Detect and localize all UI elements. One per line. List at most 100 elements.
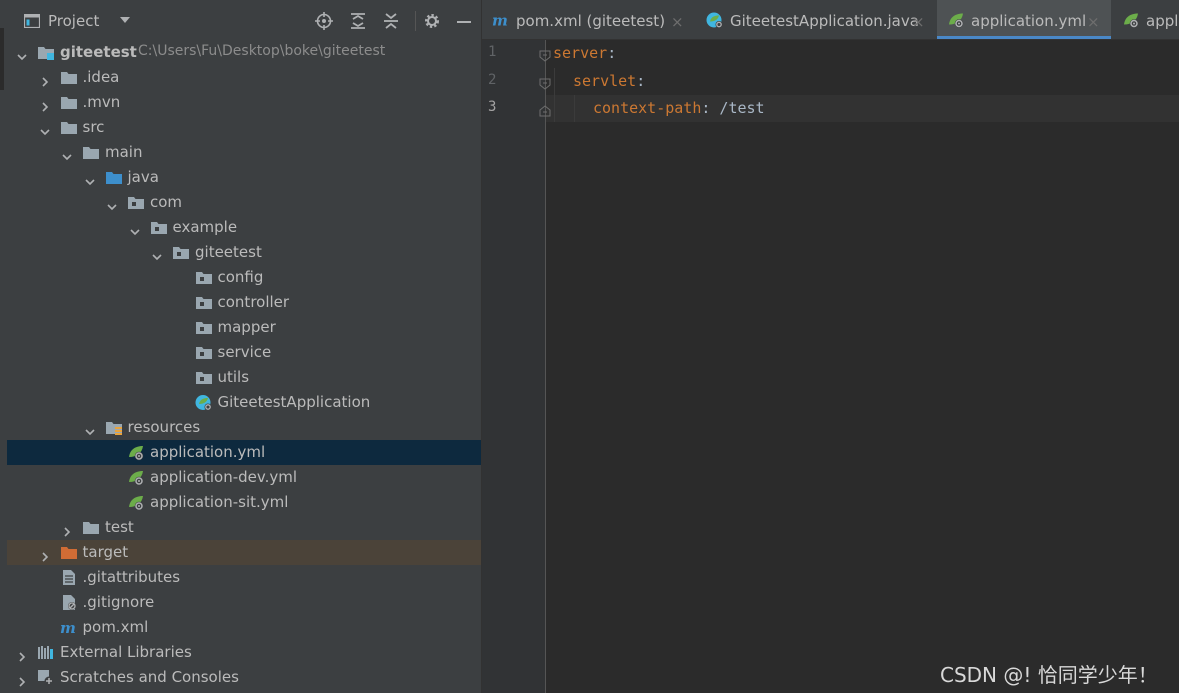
- project-view-title[interactable]: Project: [48, 12, 99, 30]
- chevron-right-icon[interactable]: [17, 672, 27, 687]
- svg-text:m: m: [492, 12, 508, 30]
- tree-item-label: pom.xml: [82, 618, 149, 636]
- spring-yml-icon: [127, 469, 145, 486]
- tree-item[interactable]: java: [7, 165, 481, 190]
- tree-item[interactable]: giteetest: [7, 240, 481, 265]
- yaml-value: /test: [710, 99, 765, 117]
- tree-item-path: C:\Users\Fu\Desktop\boke\giteetest: [138, 43, 386, 59]
- code-line[interactable]: context-path: /test: [593, 99, 765, 117]
- tree-item[interactable]: utils: [7, 365, 481, 390]
- editor-tab[interactable]: application.yml ×: [937, 0, 1111, 39]
- libraries-icon: [37, 644, 55, 661]
- editor-tab[interactable]: appli: [1112, 0, 1179, 39]
- expand-all-icon[interactable]: [349, 12, 367, 30]
- scratches-icon: [37, 669, 55, 686]
- tree-item[interactable]: controller: [7, 290, 481, 315]
- yaml-colon: :: [607, 44, 617, 62]
- collapse-all-icon[interactable]: [382, 12, 400, 30]
- folder-icon: [60, 119, 78, 136]
- line-number: 3: [488, 99, 497, 115]
- tree-item[interactable]: External Libraries: [7, 640, 481, 665]
- tree-item-label: com: [150, 193, 183, 211]
- tree-item[interactable]: config: [7, 265, 481, 290]
- tree-item[interactable]: com: [7, 190, 481, 215]
- close-icon[interactable]: ×: [1087, 13, 1100, 31]
- project-window-icon[interactable]: [24, 14, 40, 28]
- fold-icon[interactable]: [539, 75, 551, 90]
- tree-item-label: controller: [217, 293, 290, 311]
- csdn-watermark: CSDN @! 恰同学少年！: [940, 663, 1158, 687]
- tree-item-label: mapper: [217, 318, 276, 336]
- tree-item-label: src: [82, 118, 105, 136]
- tree-item[interactable]: resources: [7, 415, 481, 440]
- gutter-divider: [545, 40, 546, 693]
- tree-item[interactable]: service: [7, 340, 481, 365]
- tree-item[interactable]: application-dev.yml: [7, 465, 481, 490]
- indent-guide: [574, 95, 575, 122]
- module-folder-icon: [37, 44, 55, 61]
- text-file-icon: [60, 569, 78, 586]
- tree-item[interactable]: application-sit.yml: [7, 490, 481, 515]
- tree-item[interactable]: GiteetestApplication: [7, 390, 481, 415]
- tool-window-marker: [0, 28, 4, 90]
- editor-tab[interactable]: m pom.xml (giteetest) ×: [482, 0, 695, 39]
- yaml-key: context-path: [593, 99, 702, 117]
- editor-tab-bar: m pom.xml (giteetest) × GiteetestApplicatio…: [482, 0, 1179, 40]
- editor-tab-label: pom.xml (giteetest): [516, 12, 666, 30]
- tree-item-label: .mvn: [82, 93, 121, 111]
- close-icon[interactable]: ×: [912, 13, 925, 31]
- maven-icon: m: [60, 619, 78, 637]
- minimize-icon[interactable]: [455, 12, 473, 30]
- tree-item[interactable]: giteetest C:\Users\Fu\Desktop\boke\giteet…: [7, 40, 481, 65]
- chevron-right-icon[interactable]: [40, 97, 50, 112]
- tree-item-label: application-sit.yml: [150, 493, 289, 511]
- chevron-down-icon[interactable]: [39, 122, 50, 136]
- tree-item-label: .gitignore: [82, 593, 155, 611]
- tree-item[interactable]: Scratches and Consoles: [7, 665, 481, 690]
- chevron-right-icon[interactable]: [62, 522, 72, 537]
- fold-icon[interactable]: [539, 47, 551, 62]
- locate-icon[interactable]: [315, 12, 333, 30]
- code-line[interactable]: server:: [553, 44, 616, 62]
- tree-item[interactable]: src: [7, 115, 481, 140]
- chevron-down-icon[interactable]: [62, 147, 72, 161]
- tree-item-label: giteetest: [60, 43, 137, 61]
- tree-item-label: External Libraries: [60, 643, 192, 661]
- editor-tab-label: appli: [1146, 12, 1179, 30]
- tree-item[interactable]: .mvn: [7, 90, 481, 115]
- gear-icon[interactable]: [423, 12, 441, 30]
- package-icon: [172, 244, 190, 261]
- chevron-down-icon[interactable]: [107, 197, 117, 211]
- chevron-down-icon[interactable]: [84, 422, 95, 436]
- chevron-down-icon[interactable]: [119, 15, 131, 25]
- chevron-right-icon[interactable]: [40, 72, 50, 87]
- fold-end-icon[interactable]: [539, 102, 551, 117]
- tree-item-label: utils: [217, 368, 250, 386]
- yaml-key: server: [553, 44, 608, 62]
- chevron-down-icon[interactable]: [84, 172, 95, 186]
- chevron-right-icon[interactable]: [40, 547, 50, 562]
- tree-item[interactable]: application.yml: [7, 440, 481, 465]
- chevron-down-icon[interactable]: [17, 47, 27, 61]
- code-line[interactable]: servlet:: [573, 72, 645, 90]
- tree-item[interactable]: main: [7, 140, 481, 165]
- editor-tab[interactable]: GiteetestApplication.java ×: [696, 0, 936, 39]
- tree-item-label: application-dev.yml: [150, 468, 298, 486]
- tree-item-label: application.yml: [150, 443, 266, 461]
- tree-item[interactable]: mapper: [7, 315, 481, 340]
- chevron-down-icon[interactable]: [152, 247, 162, 261]
- line-number: 2: [488, 71, 497, 88]
- chevron-right-icon[interactable]: [17, 647, 27, 662]
- tree-item[interactable]: test: [7, 515, 481, 540]
- spring-yml-icon: [127, 444, 145, 461]
- tree-item[interactable]: .gitattributes: [7, 565, 481, 590]
- chevron-down-icon[interactable]: [129, 222, 140, 236]
- editor-tab-label: GiteetestApplication.java: [730, 12, 919, 30]
- source-folder-icon: [105, 169, 123, 186]
- tree-item[interactable]: .idea: [7, 65, 481, 90]
- tree-item[interactable]: m pom.xml: [7, 615, 481, 640]
- tree-item[interactable]: target: [7, 540, 481, 565]
- tree-item[interactable]: .gitignore: [7, 590, 481, 615]
- tree-item[interactable]: example: [7, 215, 481, 240]
- close-icon[interactable]: ×: [671, 13, 684, 31]
